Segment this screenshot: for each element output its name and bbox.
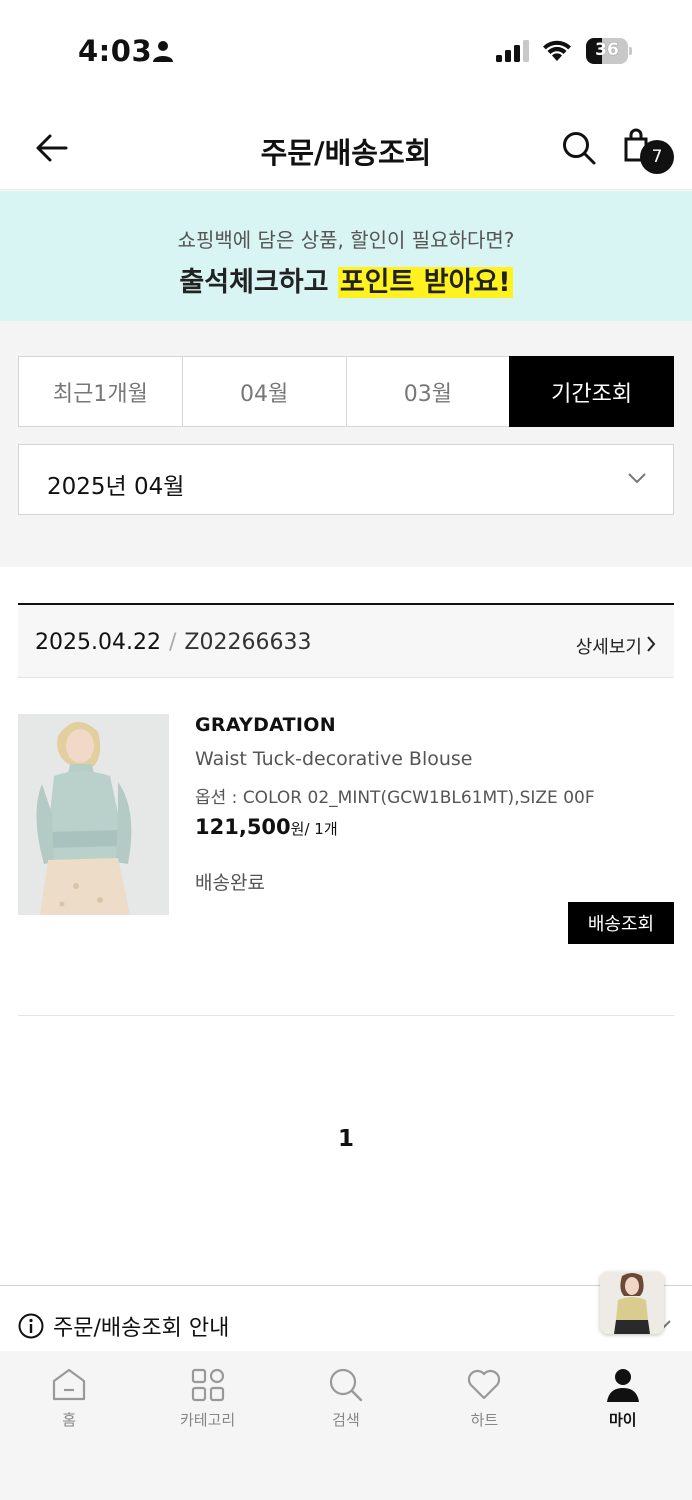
chevron-down-icon xyxy=(628,473,646,484)
nav-label-category: 카테고리 xyxy=(179,1411,236,1429)
home-icon xyxy=(53,1368,86,1401)
tab-recent-1-month[interactable]: 최근1개월 xyxy=(18,356,183,427)
order-separator: / xyxy=(168,630,177,655)
product-price: 121,500 xyxy=(195,815,291,839)
product-price-line: 121,500원/ 1개 xyxy=(195,815,338,839)
banner-title-highlight: 포인트 받아요! xyxy=(337,267,513,298)
product-name[interactable]: Waist Tuck-decorative Blouse xyxy=(195,748,473,770)
order-guide-label: 주문/배송조회 안내 xyxy=(53,1316,230,1341)
heart-icon xyxy=(468,1369,501,1400)
order-guide-notice[interactable]: 주문/배송조회 안내 xyxy=(0,1285,692,1351)
info-icon xyxy=(18,1313,44,1339)
wifi-icon xyxy=(543,40,571,61)
delivery-status: 배송완료 xyxy=(195,872,265,894)
cellular-signal-icon xyxy=(496,40,529,62)
order-date-line: 2025.04.22 / Z02266633 xyxy=(35,630,311,655)
nav-item-heart[interactable]: 하트 xyxy=(415,1351,553,1500)
order-detail-link[interactable]: 상세보기 xyxy=(576,633,642,659)
period-tabs: 최근1개월 04월 03월 기간조회 xyxy=(18,356,674,427)
person-icon xyxy=(606,1369,639,1402)
month-select-value: 2025년 04월 xyxy=(47,474,185,500)
month-select[interactable]: 2025년 04월 xyxy=(18,444,674,515)
banner-title-text: 출석체크하고 xyxy=(179,267,338,298)
chevron-right-icon[interactable] xyxy=(646,635,656,653)
banner-subtitle: 쇼핑백에 담은 상품, 할인이 필요하다면? xyxy=(177,228,515,252)
nav-item-my[interactable]: 마이 xyxy=(554,1351,692,1500)
search-icon xyxy=(329,1368,363,1402)
order-detail-label: 상세보기 xyxy=(575,637,642,658)
nav-item-search[interactable]: 검색 xyxy=(277,1351,415,1500)
nav-item-home[interactable]: 홈 xyxy=(0,1351,138,1500)
product-image[interactable] xyxy=(18,714,169,915)
order-number: Z02266633 xyxy=(184,630,312,655)
attendance-promo-banner[interactable]: 쇼핑백에 담은 상품, 할인이 필요하다면? 출석체크하고 포인트 받아요! xyxy=(0,191,692,321)
banner-title: 출석체크하고 포인트 받아요! xyxy=(0,260,692,299)
nav-label-my: 마이 xyxy=(608,1411,637,1429)
section-divider xyxy=(18,1015,674,1016)
person-status-icon xyxy=(153,41,173,62)
status-time: 4:03 xyxy=(78,34,153,68)
nav-label-search: 검색 xyxy=(332,1411,360,1429)
status-bar: 4:03 36 xyxy=(0,0,692,100)
order-date: 2025.04.22 xyxy=(35,630,161,655)
tab-march[interactable]: 03월 xyxy=(345,356,511,427)
nav-item-category[interactable]: 카테고리 xyxy=(138,1351,276,1500)
product-option: 옵션 : COLOR 02_MINT(GCW1BL61MT),SIZE 00F xyxy=(195,788,595,808)
period-filter-area: 최근1개월 04월 03월 기간조회 2025년 04월 xyxy=(0,321,692,567)
battery-icon: 36 xyxy=(586,38,632,64)
category-icon xyxy=(191,1368,224,1402)
product-price-unit: 원/ 1개 xyxy=(290,820,338,838)
nav-label-heart: 하트 xyxy=(470,1411,499,1429)
app-header: 주문/배송조회 7 xyxy=(0,108,692,190)
nav-label-home: 홈 xyxy=(62,1411,77,1429)
order-header: 2025.04.22 / Z02266633 상세보기 xyxy=(18,603,674,678)
product-brand[interactable]: GRAYDATION xyxy=(195,714,336,736)
pagination-current-page[interactable]: 1 xyxy=(0,1126,692,1152)
cart-count-badge[interactable]: 7 xyxy=(640,140,674,174)
bottom-navigation: 홈 카테고리 검색 하트 마이 xyxy=(0,1351,692,1500)
tab-period-search[interactable]: 기간조회 xyxy=(509,356,674,427)
battery-level: 36 xyxy=(595,40,619,60)
tab-april[interactable]: 04월 xyxy=(181,356,347,427)
recent-product-thumbnail[interactable] xyxy=(600,1272,664,1334)
track-delivery-button[interactable]: 배송조회 xyxy=(568,902,674,944)
search-icon[interactable] xyxy=(561,130,597,166)
